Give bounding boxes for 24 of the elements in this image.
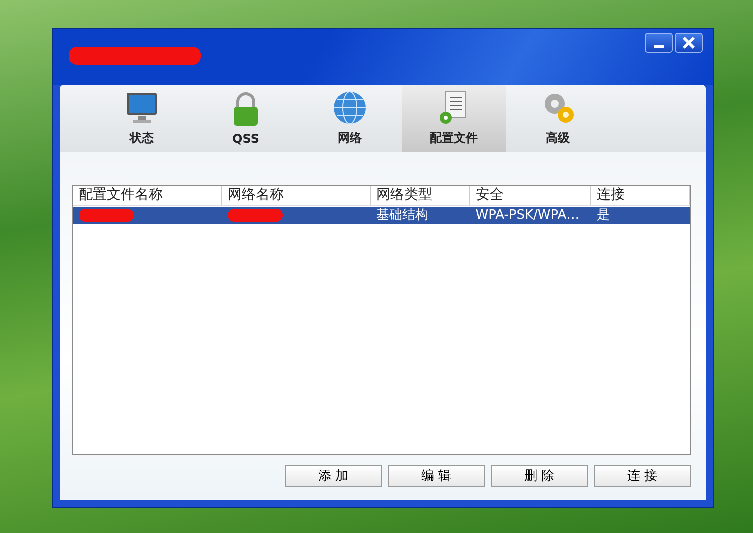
column-header[interactable]: 连接 <box>590 186 690 205</box>
action-button[interactable]: 编 辑 <box>388 465 485 487</box>
column-header[interactable]: 网络名称 <box>222 186 371 205</box>
column-header[interactable]: 配置文件名称 <box>73 186 222 205</box>
tab[interactable]: 状态 <box>90 85 194 152</box>
table-cell: WPA-PSK/WPA… <box>476 207 580 224</box>
column-header[interactable]: 安全 <box>470 186 591 205</box>
monitor-icon <box>124 90 160 126</box>
tab[interactable]: 网络 <box>298 85 402 152</box>
table-cell: 基础结构 <box>376 207 429 224</box>
globe-icon <box>332 90 368 126</box>
close-icon <box>682 36 696 50</box>
close-button[interactable] <box>675 33 703 53</box>
action-button[interactable]: 添 加 <box>285 465 382 487</box>
table-row[interactable]: 基础结构 WPA-PSK/WPA… 是 <box>73 207 690 224</box>
tab[interactable]: 高级 <box>506 85 610 152</box>
minimize-button[interactable] <box>645 33 673 53</box>
table-cell: 是 <box>596 207 610 224</box>
tab[interactable]: QSS <box>194 85 298 152</box>
action-button[interactable]: 连 接 <box>594 465 691 487</box>
tab[interactable]: 配置文件 <box>402 85 506 152</box>
minimize-icon <box>654 44 664 48</box>
action-button[interactable]: 删 除 <box>491 465 588 487</box>
column-header[interactable]: 网络类型 <box>370 186 470 205</box>
